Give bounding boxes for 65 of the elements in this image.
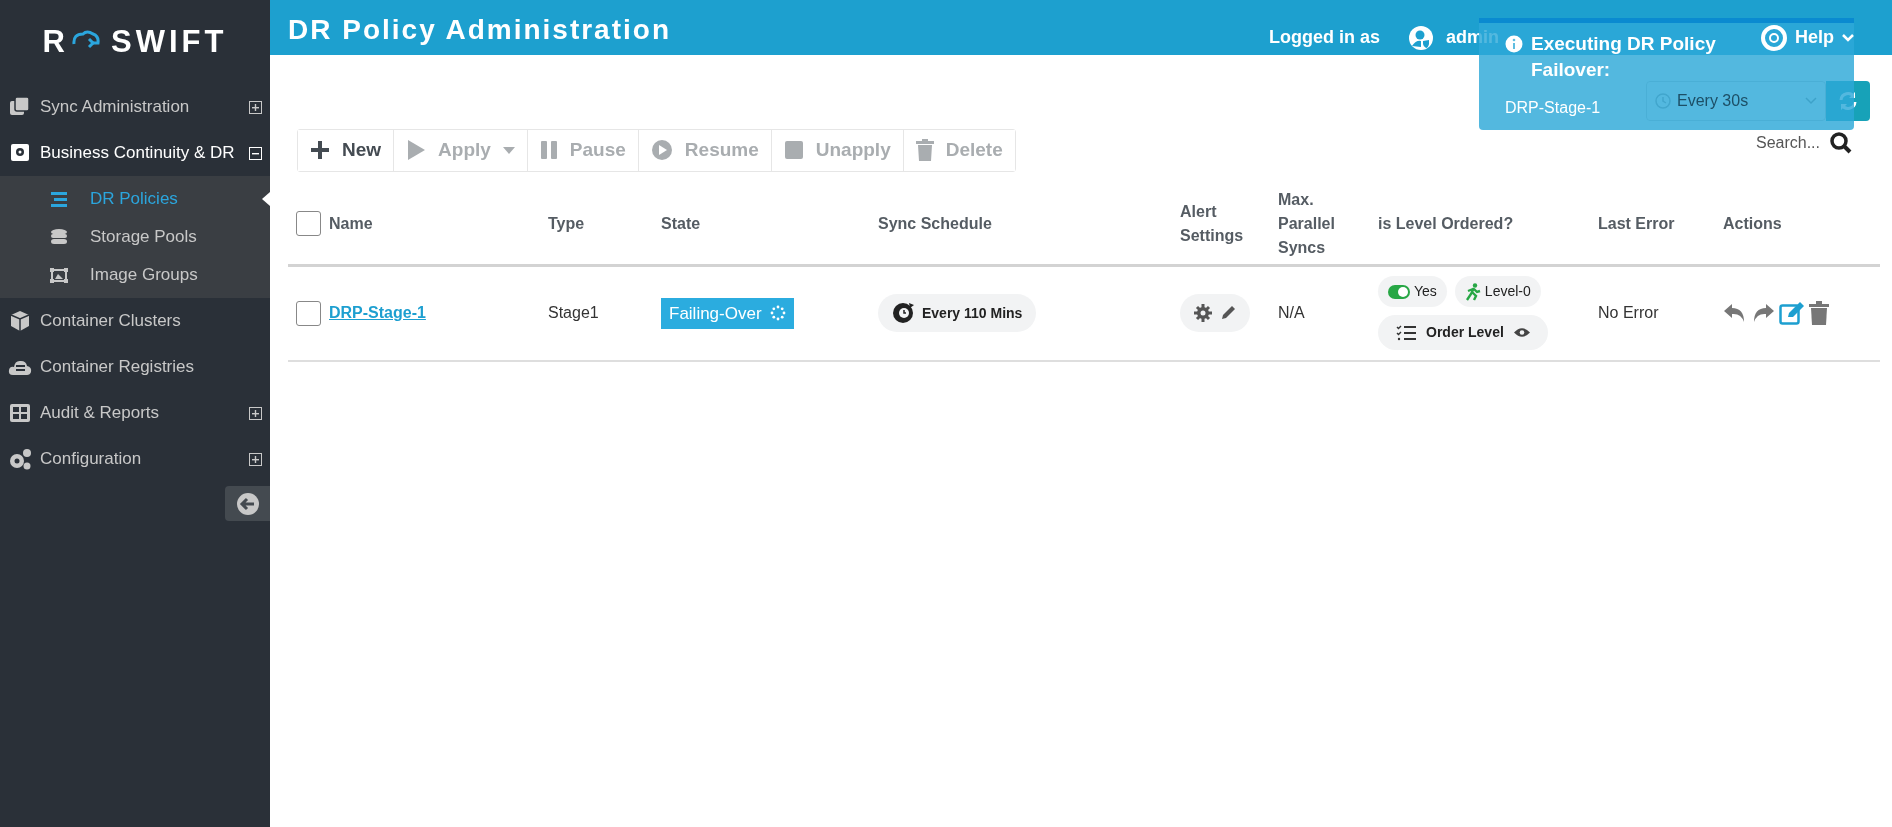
sidebar-item[interactable]: Container Clusters <box>0 298 270 344</box>
plus-icon <box>310 140 330 161</box>
sidebar-item[interactable]: Configuration <box>0 436 270 482</box>
spinner-icon <box>769 305 786 322</box>
play-icon <box>406 139 427 162</box>
page-title: DR Policy Administration <box>288 13 671 47</box>
column-header: Actions <box>1723 214 1782 232</box>
stop-icon <box>783 140 804 161</box>
column-header: Type <box>548 214 585 232</box>
collapse-sidebar-button[interactable] <box>225 486 270 521</box>
running-figure-icon <box>1464 282 1481 301</box>
grid-icon <box>8 401 32 425</box>
info-icon <box>1505 35 1523 53</box>
order-level-button[interactable]: Order Level <box>1378 315 1548 351</box>
submenu-item[interactable]: Image Groups <box>0 256 270 294</box>
arrow-left-icon <box>235 491 260 516</box>
checklist-icon <box>1396 324 1416 341</box>
trash-icon[interactable] <box>1809 301 1829 326</box>
toast-message: DRP-Stage-1 <box>1505 98 1601 119</box>
search-icon <box>1830 131 1852 154</box>
toast-title: Executing DR Policy Failover: <box>1531 32 1717 82</box>
sidebar-item[interactable]: Audit & Reports <box>0 390 270 436</box>
toolbar-button[interactable]: New <box>298 130 395 171</box>
expand-icon[interactable] <box>249 406 262 420</box>
lifebuoy-icon <box>1761 24 1787 51</box>
column-header: Name <box>329 213 373 234</box>
row-checkbox[interactable] <box>296 300 321 326</box>
toggle-pill: Yes <box>1378 276 1447 308</box>
sidebar-item[interactable]: Business Continuity & DR <box>0 130 270 176</box>
column-header: Last Error <box>1598 214 1675 232</box>
column-header: Max. Parallel Syncs <box>1278 190 1335 256</box>
table-cell: N/A <box>1278 304 1305 322</box>
edit-icon[interactable] <box>1779 301 1805 326</box>
play-circle-icon <box>650 139 673 162</box>
logo-letter: R <box>42 22 69 61</box>
state-badge: Failing-Over <box>661 297 794 329</box>
sidebar-item[interactable]: Sync Administration <box>0 84 270 130</box>
toggle-icon[interactable] <box>1388 284 1410 299</box>
active-pointer-icon <box>262 192 270 206</box>
table-cell: No Error <box>1598 304 1659 322</box>
column-header: Alert Settings <box>1180 202 1244 244</box>
level-pill: Level-0 <box>1454 276 1541 308</box>
cube-icon <box>8 309 32 333</box>
logo-name: SWIFT <box>111 22 228 61</box>
gear-icon[interactable] <box>1194 304 1212 323</box>
eye-icon <box>1513 327 1530 339</box>
caret-down-icon <box>1842 33 1854 42</box>
table-cell: Stage1 <box>548 304 599 322</box>
column-header: is Level Ordered? <box>1378 214 1514 232</box>
sidebar-item[interactable]: Container Registries <box>0 344 270 390</box>
column-header: Sync Schedule <box>878 214 992 232</box>
expand-icon[interactable] <box>249 100 262 114</box>
submenu-item[interactable]: Storage Pools <box>0 218 270 256</box>
schedule-pill: Every 110 Mins <box>878 294 1037 333</box>
column-header: State <box>661 214 701 232</box>
trash-icon <box>915 139 934 162</box>
select-all-checkbox[interactable] <box>296 211 321 237</box>
logged-in-label: Logged in as <box>1268 26 1380 49</box>
expand-icon[interactable] <box>249 452 262 466</box>
pencil-icon[interactable] <box>1220 305 1236 322</box>
user-shield-icon <box>1407 24 1434 51</box>
collapse-icon[interactable] <box>249 146 262 160</box>
submenu-item[interactable]: DR Policies <box>0 180 270 218</box>
clock-refresh-icon <box>892 302 914 325</box>
pause-icon <box>539 140 558 161</box>
